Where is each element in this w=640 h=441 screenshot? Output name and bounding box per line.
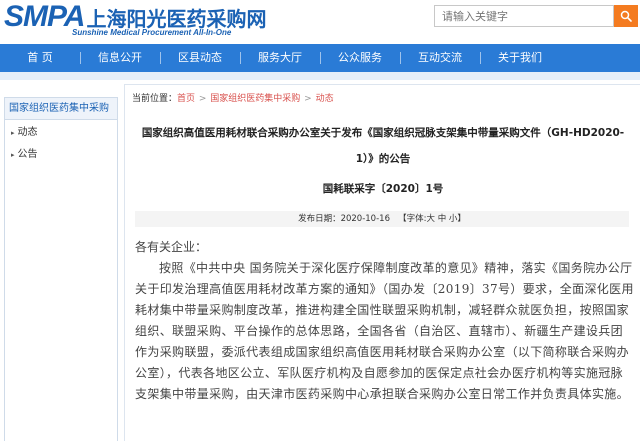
nav-item-service-hall[interactable]: 服务大厅	[240, 44, 320, 72]
nav-item-about[interactable]: 关于我们	[480, 44, 560, 72]
nav-item-info[interactable]: 信息公开	[80, 44, 160, 72]
sidebar-item-news[interactable]: ▸ 动态	[5, 124, 117, 142]
chevron-right-icon: ▸	[11, 151, 15, 159]
logo-en-text: Sunshine Medical Procurement All-In-One	[72, 28, 232, 37]
sidebar-item-notice[interactable]: ▸ 公告	[5, 146, 117, 164]
font-size-label: 【字体:	[398, 214, 427, 224]
site-header: SMPA 上海阳光医药采购网 Sunshine Medical Procurem…	[0, 0, 640, 44]
sidebar-item-label: 动态	[17, 127, 38, 138]
article-title-line2: 1）》的公告	[355, 153, 411, 165]
article-greeting: 各有关企业：	[135, 240, 208, 254]
article-meta: 发布日期：2020-10-16 【字体:大 中 小】	[135, 211, 629, 227]
sidebar-title: 国家组织医药集中采购	[5, 98, 117, 120]
breadcrumb-category[interactable]: 国家组织医药集中采购	[210, 94, 300, 104]
nav-item-public-service[interactable]: 公众服务	[320, 44, 400, 72]
font-size-large[interactable]: 大	[426, 214, 435, 224]
breadcrumb: 当前位置：首页 > 国家组织医药集中采购 > 动态	[132, 94, 334, 104]
search-input[interactable]	[434, 5, 614, 27]
breadcrumb-home[interactable]: 首页	[177, 94, 195, 104]
search-box	[434, 5, 638, 27]
font-size-end: 】	[457, 214, 466, 224]
main-content: 当前位置：首页 > 国家组织医药集中采购 > 动态 国家组织高值医用耗材联合采购…	[124, 84, 640, 441]
article-body: 各有关企业： 按照《中共中央 国务院关于深化医疗保障制度改革的意见》精神，落实《…	[135, 237, 635, 405]
publish-date: 2020-10-16	[340, 214, 390, 224]
search-icon	[620, 10, 632, 22]
breadcrumb-current[interactable]: 动态	[316, 94, 334, 104]
chevron-right-icon: ▸	[11, 129, 15, 137]
nav-band	[0, 72, 640, 80]
article-title-line1: 国家组织高值医用耗材联合采购办公室关于发布《国家组织冠脉支架集中带量采购文件（G…	[141, 127, 625, 139]
nav-item-district[interactable]: 区县动态	[160, 44, 240, 72]
breadcrumb-prefix: 当前位置：	[132, 94, 178, 104]
article-paragraph: 按照《中共中央 国务院关于深化医疗保障制度改革的意见》精神，落实《国务院办公厅关…	[135, 261, 634, 401]
search-button[interactable]	[614, 5, 638, 27]
sidebar-item-label: 公告	[17, 149, 38, 160]
nav-item-interaction[interactable]: 互动交流	[400, 44, 480, 72]
document-number: 国耗联采字〔2020〕1号	[322, 183, 444, 195]
font-size-medium[interactable]: 中	[438, 214, 447, 224]
publish-label: 发布日期：	[298, 214, 341, 224]
main-nav: 首 页 信息公开 区县动态 服务大厅 公众服务 互动交流 关于我们	[0, 44, 640, 72]
nav-item-home[interactable]: 首 页	[0, 44, 80, 72]
sidebar: 国家组织医药集中采购 ▸ 动态 ▸ 公告	[4, 97, 118, 441]
